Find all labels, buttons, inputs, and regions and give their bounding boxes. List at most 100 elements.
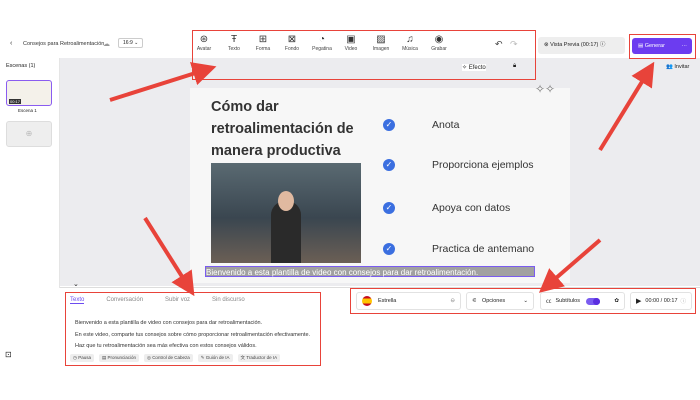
cloud-icon: ☁ — [103, 41, 110, 48]
tab-conversation[interactable]: Conversación — [106, 297, 143, 304]
subtitle-bar[interactable]: Bienvenido a esta plantilla de video con… — [205, 266, 535, 277]
subtitles-label: Subtítulos — [555, 298, 580, 304]
image-icon: ▨ — [376, 34, 386, 45]
sparkle-icon: ✧✧ — [535, 82, 556, 96]
head-control-chip[interactable]: ◎ Control de Cabeza — [144, 354, 193, 362]
help-icon[interactable]: ⊡ — [5, 350, 12, 359]
tab-no-speech[interactable]: Sin discurso — [212, 297, 245, 304]
pause-chip[interactable]: ◷ Pausa — [70, 354, 94, 362]
avatar-icon: ⊛ — [199, 34, 209, 45]
back-icon[interactable]: ‹ — [10, 40, 12, 47]
tool-sticker[interactable]: ◔ Pegatina — [307, 34, 337, 52]
tool-label: Texto — [228, 46, 240, 52]
script-tabs: Texto Conversación Subir voz Sin discurs… — [70, 297, 245, 304]
slide-title[interactable]: Cómo dar retroalimentación de manera pro… — [211, 96, 371, 162]
sliders-icon: ⚟ — [472, 298, 477, 304]
video-icon: ▣ — [346, 34, 356, 45]
slide-list-item[interactable]: Anota — [432, 119, 459, 131]
tool-record[interactable]: ◉ Grabar — [424, 34, 454, 52]
sticker-icon: ◔ — [318, 34, 326, 45]
info-icon[interactable]: ⓘ — [680, 297, 686, 305]
chip-label: Guión de IA — [205, 355, 230, 360]
check-icon: ✓ — [383, 119, 395, 131]
script-line[interactable]: Bienvenido a esta plantilla de video con… — [75, 318, 310, 330]
chevron-down-icon: ⌄ — [523, 298, 528, 304]
script-line[interactable]: En este video, comparte tus consejos sob… — [75, 330, 310, 342]
script-line[interactable]: Haz que tu retroalimentación sea más efe… — [75, 341, 310, 353]
presenter-video[interactable] — [211, 163, 361, 263]
add-scene-button[interactable]: ⊕ — [6, 121, 52, 147]
tool-shape[interactable]: ⊞ Forma — [248, 34, 278, 52]
effect-label: Efecto — [468, 65, 486, 71]
shapes-icon: ⊞ — [258, 34, 268, 45]
tool-label: Música — [402, 46, 418, 52]
check-icon: ✓ — [383, 202, 395, 214]
invite-button[interactable]: 👥 Invitar — [666, 64, 689, 70]
tool-label: Imagen — [372, 46, 390, 52]
project-title[interactable]: Consejos para Retroalimentación — [23, 41, 104, 47]
chip-label: Pronunciación — [107, 355, 136, 360]
background-icon: ⊠ — [287, 34, 297, 45]
tool-label: Pegatina — [312, 46, 332, 52]
text-icon: Ŧ — [230, 34, 238, 45]
spain-flag-icon — [362, 296, 372, 306]
tab-text[interactable]: Texto — [70, 297, 85, 304]
tool-text[interactable]: Ŧ Texto — [219, 34, 249, 52]
playback-control: ▶ 00:00 / 00:17 ⓘ — [630, 292, 692, 310]
script-tools: ◷ Pausa ▤ Pronunciación ◎ Control de Cab… — [70, 354, 281, 362]
script-text[interactable]: Bienvenido a esta plantilla de video con… — [75, 318, 310, 353]
tool-background[interactable]: ⊠ Fondo — [277, 34, 307, 52]
tool-image[interactable]: ▨ Imagen — [366, 34, 396, 52]
generate-button[interactable]: ▤ Generar ··· — [632, 38, 692, 54]
lock-icon[interactable]: 🔒︎ — [513, 63, 516, 70]
pronunciation-chip[interactable]: ▤ Pronunciación — [98, 354, 139, 362]
tool-label: Grabar — [431, 46, 447, 52]
more-button[interactable]: ··· — [682, 38, 688, 54]
scene-thumbnail[interactable]: 00:17 — [6, 80, 52, 106]
chip-label: Control de Cabeza — [152, 355, 190, 360]
undo-icon[interactable]: ↶ — [495, 39, 503, 50]
aspect-ratio-select[interactable]: 16:9 ⌄ — [118, 38, 144, 48]
options-select[interactable]: ⚟ Opciones ⌄ — [466, 292, 534, 310]
avatar-face — [278, 191, 294, 211]
preview-button[interactable]: ⊗ Vista Previa (00:17) ⓘ — [538, 37, 625, 54]
effect-button[interactable]: ✧ Efecto — [462, 64, 486, 71]
tool-label: Video — [344, 46, 358, 52]
record-icon: ◉ — [434, 34, 444, 45]
ai-script-chip[interactable]: ✎ Guión de IA — [197, 354, 233, 362]
music-icon: ♫ — [406, 34, 414, 45]
slide-list-item[interactable]: Practica de antemano — [432, 243, 534, 255]
tool-label: Avatar — [196, 46, 212, 52]
preview-label: Vista Previa (00:17) — [550, 42, 599, 48]
ai-translator-chip[interactable]: 文 Traductor de IA — [237, 354, 281, 362]
scenes-title: Escenas (1) — [6, 63, 36, 69]
voice-select[interactable]: Estrella ⊖ — [356, 292, 461, 310]
check-icon: ✓ — [383, 243, 395, 255]
tool-label: Fondo — [284, 46, 300, 52]
check-icon: ✓ — [383, 159, 395, 171]
play-icon[interactable]: ▶ — [636, 297, 641, 305]
voice-name: Estrella — [378, 298, 397, 304]
slide-list-item[interactable]: Proporciona ejemplos — [432, 159, 534, 171]
tab-upload-voice[interactable]: Subir voz — [165, 297, 190, 304]
tool-music[interactable]: ♫ Música — [395, 34, 425, 52]
cc-icon: ㏄ — [546, 299, 552, 305]
tool-avatar[interactable]: ⊛ Avatar — [189, 34, 219, 52]
subtitles-control: ㏄ Subtítulos ✿ — [540, 292, 625, 310]
time-readout: 00:00 / 00:17 — [645, 298, 678, 304]
aspect-ratio-value: 16:9 — [123, 40, 133, 46]
chip-label: Pausa — [78, 355, 91, 360]
tool-video[interactable]: ▣ Video — [336, 34, 366, 52]
redo-icon[interactable]: ↷ — [510, 39, 518, 50]
tool-label: Forma — [255, 46, 271, 52]
generate-label: Generar — [644, 43, 665, 49]
options-label: Opciones — [481, 298, 506, 304]
invite-label: Invitar — [674, 64, 690, 70]
slide-list-item[interactable]: Apoya con datos — [432, 202, 510, 214]
voice-settings-icon[interactable]: ⊖ — [450, 298, 455, 304]
scene-label: Escena 1 — [18, 108, 37, 113]
chip-label: Traductor de IA — [246, 355, 278, 360]
subtitles-toggle[interactable] — [585, 297, 600, 305]
subtitle-style-icon[interactable]: ✿ — [614, 298, 619, 304]
scene-duration: 00:17 — [9, 99, 22, 104]
